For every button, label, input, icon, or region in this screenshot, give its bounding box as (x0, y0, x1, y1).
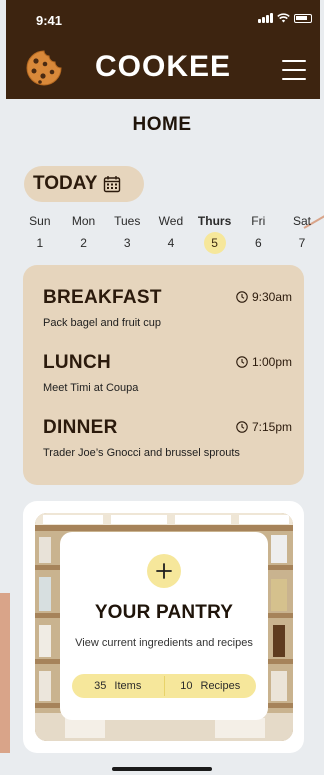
day-name: Sat (292, 214, 311, 228)
meal-time-text: 9:30am (251, 290, 292, 304)
pantry-title: YOUR PANTRY (94, 602, 234, 623)
meal-dinner[interactable]: DINNER 7:15pm Trader Joe’s Gnocci and br… (43, 417, 292, 459)
day-name: Mon (71, 214, 96, 228)
day-wed[interactable]: Wed 4 (149, 214, 193, 254)
items-label: Items (114, 680, 142, 692)
page-title: HOME (132, 114, 192, 135)
wifi-icon (277, 13, 290, 23)
clock-icon (236, 356, 248, 368)
app-title: COOKEE (94, 50, 232, 83)
recipes-count: 10 (180, 680, 193, 692)
meal-time: 1:00pm (236, 355, 292, 369)
today-button[interactable]: TODAY (24, 166, 144, 202)
day-number: 3 (123, 236, 131, 250)
meal-description: Pack bagel and fruit cup (43, 317, 162, 329)
status-icons (258, 13, 312, 23)
day-number: 2 (80, 236, 87, 250)
status-time: 9:41 (36, 13, 63, 28)
items-count: 35 (94, 680, 107, 692)
background-accent-strip (0, 593, 10, 753)
plus-icon (156, 563, 172, 579)
recipes-stat[interactable]: 10 Recipes (165, 680, 257, 692)
day-number: 4 (167, 236, 175, 250)
week-day-selector: Sun 1 Mon 2 Tues 3 Wed 4 Thurs 5 Fri 6 Sat 7 (18, 214, 324, 254)
meals-card[interactable]: BREAKFAST 9:30am Pack bagel and fruit cu… (23, 265, 304, 485)
meal-description: Trader Joe’s Gnocci and brussel sprouts (43, 447, 240, 459)
day-name: Wed (158, 214, 184, 228)
recipes-label: Recipes (200, 680, 241, 692)
hamburger-menu-icon[interactable] (282, 60, 306, 80)
meal-breakfast[interactable]: BREAKFAST 9:30am Pack bagel and fruit cu… (43, 287, 292, 329)
app-header: 9:41 COOKEE (6, 0, 320, 99)
day-tues[interactable]: Tues 3 (105, 214, 149, 254)
add-pantry-button[interactable] (147, 554, 181, 588)
meal-time: 7:15pm (236, 420, 292, 434)
day-name: Thurs (197, 214, 232, 228)
day-name: Tues (114, 214, 141, 228)
items-stat[interactable]: 35 Items (72, 680, 164, 692)
meal-time-text: 1:00pm (251, 355, 292, 369)
home-indicator[interactable] (112, 767, 212, 771)
clock-icon (236, 291, 248, 303)
day-number: 6 (254, 236, 262, 250)
day-number: 7 (298, 236, 306, 250)
pantry-subtitle: View current ingredients and recipes (75, 637, 253, 649)
battery-icon (294, 14, 312, 23)
calendar-icon (104, 176, 121, 193)
pantry-stats: 35 Items 10 Recipes (72, 674, 256, 698)
meal-lunch[interactable]: LUNCH 1:00pm Meet Timi at Coupa (43, 352, 292, 394)
meal-time: 9:30am (236, 290, 292, 304)
clock-icon (236, 421, 248, 433)
day-name: Fri (251, 214, 266, 228)
day-thurs-selected[interactable]: Thurs 5 (193, 214, 237, 254)
day-number: 5 (203, 232, 226, 254)
day-number: 1 (36, 236, 44, 250)
day-fri[interactable]: Fri 6 (236, 214, 280, 254)
signal-icon (258, 13, 273, 23)
day-name: Sun (29, 214, 51, 228)
today-label: TODAY (33, 173, 98, 194)
phone-screen: 9:41 COOKEE HOME TODAY Sun 1 Mon 2 Tues … (0, 0, 324, 775)
pantry-overlay: YOUR PANTRY View current ingredients and… (60, 532, 268, 720)
day-sun[interactable]: Sun 1 (18, 214, 62, 254)
day-mon[interactable]: Mon 2 (62, 214, 106, 254)
meal-description: Meet Timi at Coupa (43, 382, 139, 394)
pantry-card[interactable]: YOUR PANTRY View current ingredients and… (23, 501, 304, 753)
meal-time-text: 7:15pm (251, 420, 292, 434)
day-sat[interactable]: Sat 7 (280, 214, 324, 254)
